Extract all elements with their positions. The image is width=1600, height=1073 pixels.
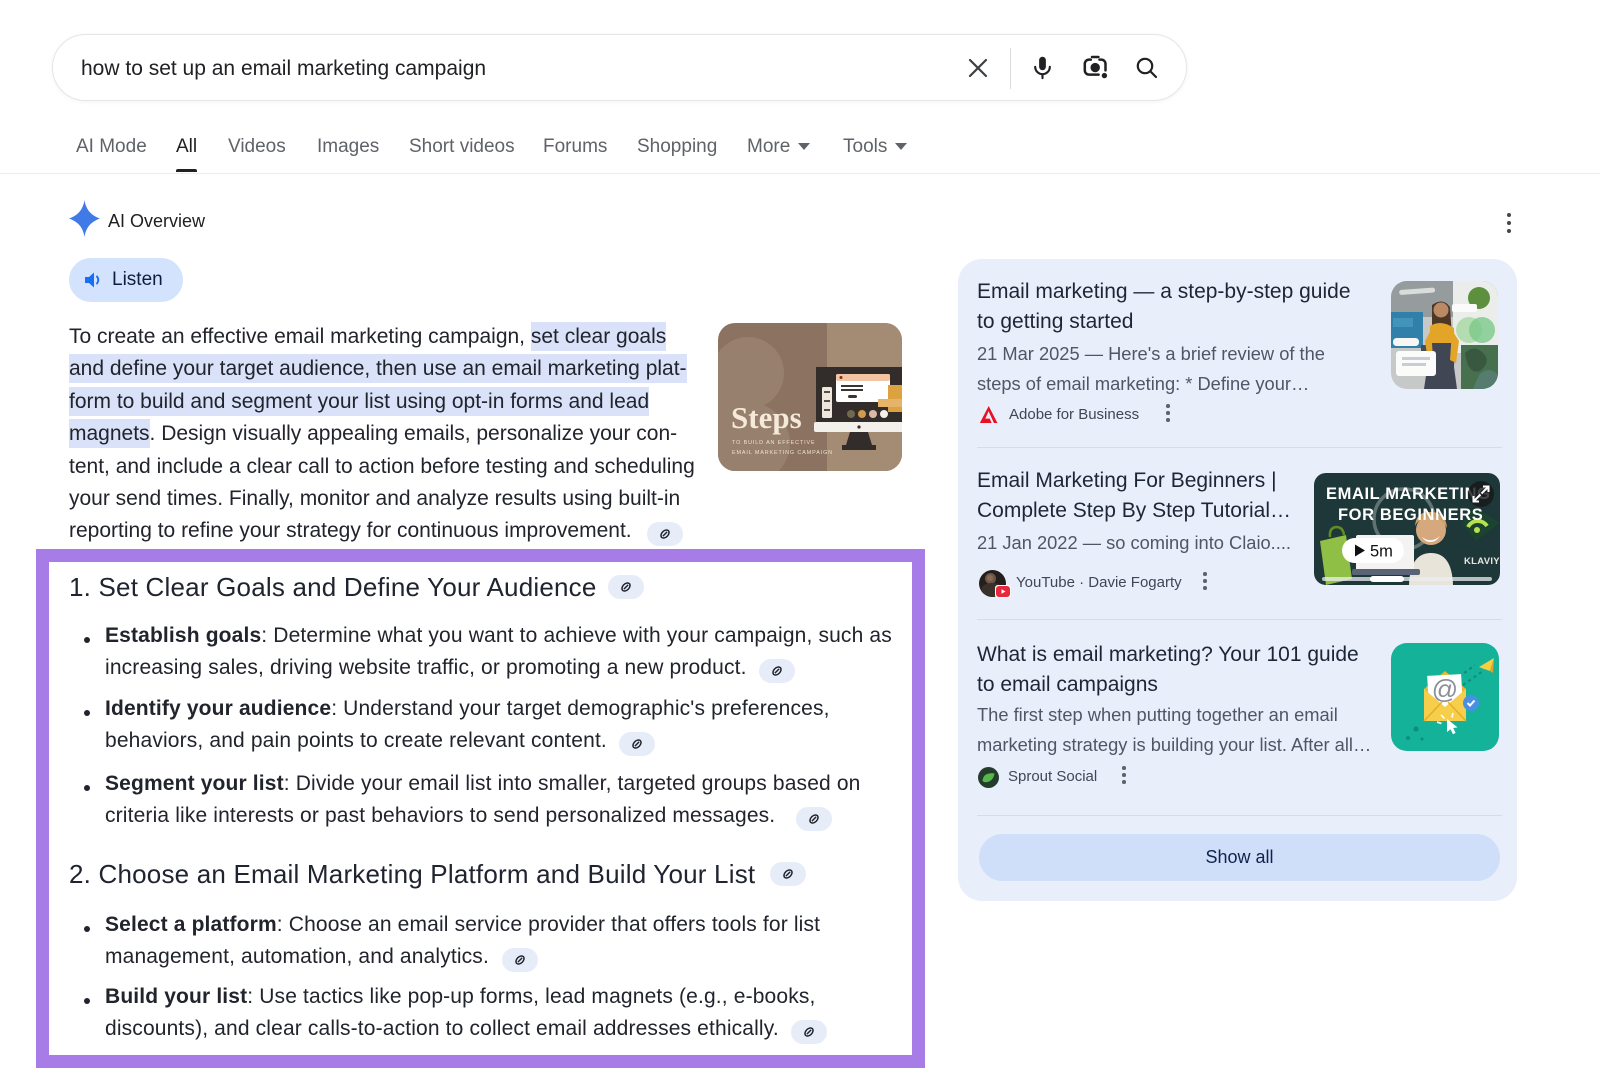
svg-text:5m: 5m <box>1370 543 1393 561</box>
svg-text:TO BUILD AN EFFECTIVE: TO BUILD AN EFFECTIVE <box>732 440 816 446</box>
svg-text:KLAVIYO: KLAVIYO <box>1464 556 1500 567</box>
svg-text:EMAIL MARKETING CAMPAIGN: EMAIL MARKETING CAMPAIGN <box>732 450 833 456</box>
svg-text:EMAIL MARKETING: EMAIL MARKETING <box>1326 485 1491 503</box>
svg-text:FOR BEGINNERS: FOR BEGINNERS <box>1338 506 1483 524</box>
svg-text:Steps: Steps <box>731 400 802 435</box>
